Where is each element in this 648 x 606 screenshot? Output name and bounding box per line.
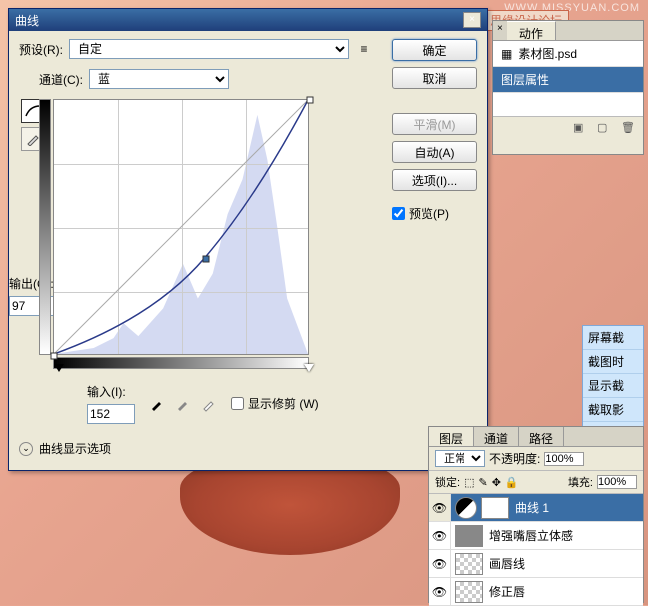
adjustment-icon <box>455 497 477 519</box>
tab-channels[interactable]: 通道 <box>474 427 519 446</box>
history-item[interactable]: 图层属性 <box>493 67 643 93</box>
layer-row[interactable]: 👁 修正唇 <box>429 578 643 606</box>
tab-paths[interactable]: 路径 <box>519 427 564 446</box>
channel-select[interactable]: 蓝 <box>89 69 229 89</box>
layer-row[interactable]: 👁 增强嘴唇立体感 <box>429 522 643 550</box>
opacity-input[interactable] <box>544 452 584 466</box>
preview-checkbox[interactable]: 预览(P) <box>392 205 477 222</box>
history-list: ▦ 素材图.psd 图层属性 <box>493 41 643 116</box>
tab-layers[interactable]: 图层 <box>429 427 474 446</box>
menu-item[interactable]: 截取影 <box>583 398 643 422</box>
chevron-icon: ⌄ <box>19 442 33 456</box>
curve-handle-highlight[interactable] <box>307 97 314 104</box>
actions-panel: × 动作 ▦ 素材图.psd 图层属性 ▣ ▢ 🗑 <box>492 20 644 155</box>
titlebar[interactable]: 曲线 × <box>9 9 487 31</box>
pencil-icon <box>26 132 40 146</box>
eyedropper-black-icon[interactable] <box>147 394 167 414</box>
visibility-icon[interactable]: 👁 <box>429 494 451 521</box>
layer-row[interactable]: 👁 曲线 1 <box>429 494 643 522</box>
menu-item[interactable]: 截图时 <box>583 350 643 374</box>
lock-transparency-icon[interactable]: ⬚ <box>464 476 474 489</box>
dialog-title: 曲线 <box>15 12 39 29</box>
trash-icon[interactable]: 🗑 <box>621 121 637 135</box>
smooth-button: 平滑(M) <box>392 113 477 135</box>
show-clipping-checkbox[interactable]: 显示修剪 (W) <box>231 395 319 412</box>
eyedropper-white-icon[interactable] <box>199 394 219 414</box>
blend-mode-select[interactable]: 正常 <box>435 450 485 467</box>
input-label: 输入(I): <box>87 383 135 400</box>
cancel-button[interactable]: 取消 <box>392 67 477 89</box>
doc-icon: ▦ <box>501 47 512 61</box>
eyedropper-gray-icon[interactable] <box>173 394 193 414</box>
close-icon[interactable]: × <box>463 12 481 28</box>
channel-label: 通道(C): <box>39 71 83 88</box>
lock-position-icon[interactable]: ✥ <box>492 476 501 489</box>
preset-menu-icon[interactable]: ≡ <box>355 40 373 58</box>
lock-all-icon[interactable]: 🔒 <box>505 476 519 489</box>
new-snapshot-icon[interactable]: ▣ <box>573 121 589 135</box>
menu-item[interactable]: 屏幕截 <box>583 326 643 350</box>
mask-thumb[interactable] <box>481 497 509 519</box>
display-options-disclosure[interactable]: ⌄ 曲线显示选项 <box>19 440 380 457</box>
black-point-slider[interactable] <box>54 364 64 372</box>
layers-panel: 图层 通道 路径 正常 不透明度: 锁定: ⬚ ✎ ✥ 🔒 填充: 👁 曲线 1… <box>428 426 644 603</box>
menu-item[interactable]: 显示截 <box>583 374 643 398</box>
lock-pixels-icon[interactable]: ✎ <box>478 476 487 489</box>
preset-select[interactable]: 自定 <box>69 39 349 59</box>
layer-thumb <box>455 525 483 547</box>
preset-label: 预设(R): <box>19 41 63 58</box>
panel-footer: ▣ ▢ 🗑 <box>493 116 643 139</box>
white-point-slider[interactable] <box>304 364 314 372</box>
curve-handle-mid[interactable] <box>203 256 210 263</box>
panel-close-icon[interactable]: × <box>493 21 507 40</box>
auto-button[interactable]: 自动(A) <box>392 141 477 163</box>
fill-input[interactable] <box>597 475 637 489</box>
layer-thumb <box>455 581 483 603</box>
curve-line <box>54 100 308 354</box>
tab-actions[interactable]: 动作 <box>507 21 556 40</box>
ok-button[interactable]: 确定 <box>392 39 477 61</box>
horizontal-gradient <box>53 357 309 369</box>
options-button[interactable]: 选项(I)... <box>392 169 477 191</box>
visibility-icon[interactable]: 👁 <box>429 550 451 577</box>
vertical-gradient <box>39 99 51 355</box>
history-item[interactable]: ▦ 素材图.psd <box>493 41 643 67</box>
visibility-icon[interactable]: 👁 <box>429 522 451 549</box>
input-input[interactable] <box>87 404 135 424</box>
visibility-icon[interactable]: 👁 <box>429 578 451 605</box>
layer-thumb <box>455 553 483 575</box>
curves-dialog: 曲线 × 预设(R): 自定 ≡ 通道(C): 蓝 <box>8 8 488 471</box>
curve-handle-shadow[interactable] <box>51 353 58 360</box>
new-doc-icon[interactable]: ▢ <box>597 121 613 135</box>
layer-row[interactable]: 👁 画唇线 <box>429 550 643 578</box>
curve-graph[interactable] <box>53 99 309 369</box>
